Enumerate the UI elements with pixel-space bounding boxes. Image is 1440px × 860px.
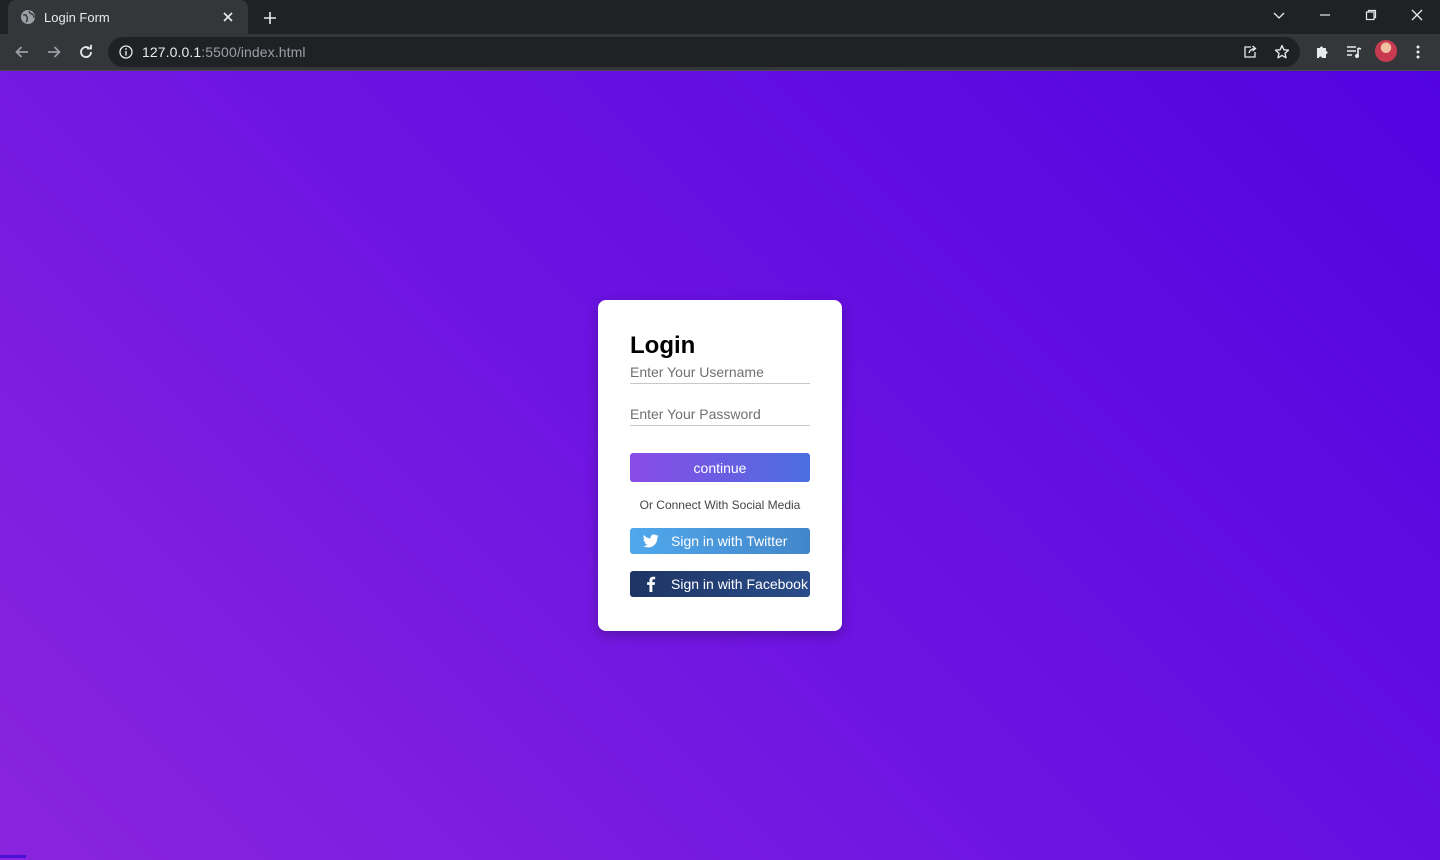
arrow-right-icon[interactable]	[40, 38, 68, 66]
window-close-icon[interactable]	[1394, 0, 1440, 30]
url-host: 127.0.0.1	[142, 44, 202, 60]
restore-icon[interactable]	[1348, 0, 1394, 30]
login-title: Login	[630, 332, 696, 359]
minimize-icon[interactable]	[1302, 0, 1348, 30]
username-input[interactable]	[630, 360, 810, 384]
address-bar[interactable]: 127.0.0.1:5500/index.html	[108, 37, 1300, 67]
twitter-sign-in-button[interactable]: Sign in with Twitter	[630, 528, 810, 554]
reload-icon[interactable]	[72, 38, 100, 66]
facebook-sign-in-label: Sign in with Facebook	[671, 576, 808, 592]
playlist-icon[interactable]	[1343, 41, 1365, 63]
star-icon[interactable]	[1272, 42, 1292, 62]
twitter-icon	[643, 533, 659, 549]
kebab-menu-icon[interactable]	[1407, 41, 1429, 63]
close-icon[interactable]	[218, 7, 238, 27]
info-icon[interactable]	[118, 44, 134, 60]
tab-login-form[interactable]: Login Form	[8, 0, 248, 34]
social-media-text: Or Connect With Social Media	[639, 498, 801, 512]
login-card: Login continue Or Connect With Social Me…	[598, 300, 842, 631]
profile-avatar[interactable]	[1375, 40, 1397, 62]
url-path: :5500/index.html	[201, 44, 306, 60]
page-viewport: Login continue Or Connect With Social Me…	[0, 71, 1440, 860]
share-icon[interactable]	[1240, 42, 1260, 62]
twitter-sign-in-label: Sign in with Twitter	[671, 533, 788, 549]
continue-button[interactable]: continue	[630, 453, 810, 482]
facebook-sign-in-button[interactable]: Sign in with Facebook	[630, 571, 810, 597]
puzzle-icon[interactable]	[1311, 41, 1333, 63]
arrow-left-icon[interactable]	[8, 38, 36, 66]
globe-icon	[20, 9, 36, 25]
tab-strip: Login Form	[0, 0, 1440, 34]
chevron-down-icon[interactable]	[1256, 0, 1302, 30]
browser-toolbar: 127.0.0.1:5500/index.html	[0, 34, 1440, 70]
password-input[interactable]	[630, 402, 810, 426]
plus-icon[interactable]	[258, 6, 282, 30]
facebook-icon	[643, 576, 659, 592]
tab-title: Login Form	[44, 9, 110, 25]
loading-indicator	[0, 855, 26, 858]
url-text: 127.0.0.1:5500/index.html	[142, 44, 306, 60]
